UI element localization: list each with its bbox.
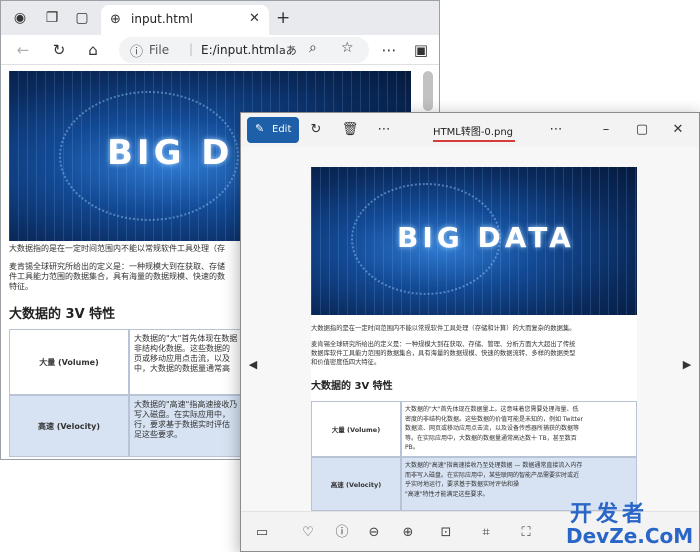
zoom-icon[interactable]: ⌕	[309, 40, 317, 56]
back-icon[interactable]: ←	[13, 40, 33, 60]
photos-window: ✎ Edit ↻ 🗑 ⋯ HTML转图-0.png ⋯ – ▢ ✕ ◀ ▶ BI…	[240, 112, 700, 552]
home-icon[interactable]: ⌂	[83, 40, 103, 60]
table-row-name: 高速 (Velocity)	[9, 395, 129, 457]
refresh-icon[interactable]: ↻	[49, 40, 69, 60]
section-title: 大数据的 3V 特性	[9, 307, 116, 322]
image-table-row-name: 大量 (Volume)	[311, 401, 401, 457]
delete-icon[interactable]: 🗑	[341, 121, 359, 139]
full-screen-icon[interactable]: ⛶	[517, 524, 535, 542]
displayed-image: BIG DATA 大数据指的是在一定时间范围内不能以常规软件工具处理（存储和计算…	[311, 167, 637, 511]
more-icon[interactable]: ⋯	[375, 121, 393, 139]
image-definition-line-3: 和价值密度低四大特征。	[311, 359, 381, 366]
more-icon[interactable]: ⋯	[379, 40, 399, 60]
maximize-icon[interactable]: ▢	[633, 121, 651, 139]
image-definition-line-1: 麦肯锡全球研究所给出的定义是：一种规模大到在获取、存储、管理、分析方面大大超出了…	[311, 341, 576, 348]
watermark-en: DevZe.CoM	[566, 524, 694, 548]
desc-line: 大数据的"高速"指高速接收乃至处理数据 — 数据通常直接流入内存	[405, 462, 583, 469]
file-title: HTML转图-0.png	[433, 127, 514, 138]
rotate-icon[interactable]: ↻	[307, 121, 325, 139]
address-separator: |	[189, 42, 194, 56]
info-icon[interactable]: ⓘ	[130, 41, 143, 60]
browser-tab[interactable]: ⊕ input.html ✕	[101, 5, 269, 35]
minimize-icon[interactable]: –	[597, 121, 615, 139]
image-table-row-desc: 大数据的"大"首先体现在数据量上。这意味着您需要处理海量、低 密度的非结构化数据…	[401, 401, 637, 457]
desc-line: 乎实时地运行，要求基于数据实时评估和操	[405, 481, 520, 488]
edit-icon: ✎	[255, 122, 265, 135]
info-icon[interactable]: ⓘ	[333, 524, 351, 542]
image-hero: BIG DATA	[311, 167, 637, 315]
browser-toolbar: ← ↻ ⌂ ⓘ File | E:/input.html aあ ⌕ ☆ ⋯ ▣	[1, 35, 439, 65]
more-options-icon[interactable]: ⋯	[547, 121, 565, 139]
desc-line: 数据流、网页或移动应用点击流，以及设备传感器所捕获的数据等	[405, 425, 580, 432]
zoom-out-icon[interactable]: ⊖	[365, 524, 383, 542]
tab-title: input.html	[131, 12, 194, 26]
hero-title: BIG D	[107, 133, 234, 173]
tab-bar: ◉ ❐ ▢ ⊕ input.html ✕ +	[1, 1, 439, 35]
filmstrip-icon[interactable]: ▭	[253, 524, 271, 542]
new-tab-icon[interactable]: +	[276, 8, 290, 28]
image-section-title: 大数据的 3V 特性	[311, 381, 393, 392]
previous-image-icon[interactable]: ◀	[247, 357, 259, 373]
edit-button[interactable]: ✎ Edit	[247, 117, 299, 143]
desc-line: 等。在实际应用中，大数据的数据量通常高达数十 TB，甚至数百	[405, 434, 577, 442]
browser-scrollbar-thumb[interactable]	[423, 71, 433, 111]
profile-icon[interactable]: ◉	[11, 9, 29, 27]
image-features-table: 大量 (Volume) 大数据的"大"首先体现在数据量上。这意味着您需要处理海量…	[311, 401, 637, 511]
image-table-row-name: 高速 (Velocity)	[311, 457, 401, 511]
edit-label: Edit	[272, 124, 292, 135]
heart-icon[interactable]: ♡	[299, 524, 317, 542]
image-definition-line-2: 数据库软件工具能力范围的数据集合，具有海量的数据规模、快速的数据流转、多样的数据…	[311, 350, 576, 357]
address-bar[interactable]: ⓘ File | E:/input.html aあ ⌕ ☆	[119, 37, 369, 63]
photos-titlebar: ✎ Edit ↻ 🗑 ⋯ HTML转图-0.png ⋯ – ▢ ✕	[241, 113, 699, 147]
fit-icon[interactable]: ⊡	[437, 524, 455, 542]
image-canvas: ◀ ▶ BIG DATA 大数据指的是在一定时间范围内不能以常规软件工具处理（存…	[241, 147, 699, 511]
tab-actions-icon[interactable]: ▢	[73, 9, 91, 27]
desc-line: PB。	[405, 444, 419, 451]
favorite-icon[interactable]: ☆	[341, 40, 354, 56]
close-icon[interactable]: ✕	[669, 121, 687, 139]
read-aloud-icon[interactable]: aあ	[279, 42, 297, 58]
address-scheme-label: File	[149, 43, 170, 57]
desc-line: 密度的非结构化数据。这些数据的价值可能是未知的，例如 Twitter	[405, 415, 584, 423]
image-intro-paragraph: 大数据指的是在一定时间范围内不能以常规软件工具处理（存储和计算）的大而复杂的数据…	[311, 325, 576, 332]
close-tab-icon[interactable]: ✕	[249, 11, 260, 26]
title-underline	[433, 140, 515, 142]
image-hero-title: BIG DATA	[397, 221, 575, 254]
address-url[interactable]: E:/input.html	[201, 43, 279, 57]
table-row-name: 大量 (Volume)	[9, 329, 129, 395]
desc-line: 大数据的"大"首先体现在数据量上。这意味着您需要处理海量、低	[405, 406, 579, 413]
scan-text-icon[interactable]: ⌗	[477, 524, 495, 542]
zoom-in-icon[interactable]: ⊕	[399, 524, 417, 542]
workspaces-icon[interactable]: ❐	[43, 9, 61, 27]
globe-icon: ⊕	[110, 12, 121, 27]
sidebar-icon[interactable]: ▣	[411, 40, 431, 60]
desc-line: 而非写入磁盘。在实际应用中，某些联网的智能产品需要实时或近	[405, 471, 580, 479]
next-image-icon[interactable]: ▶	[681, 357, 693, 373]
